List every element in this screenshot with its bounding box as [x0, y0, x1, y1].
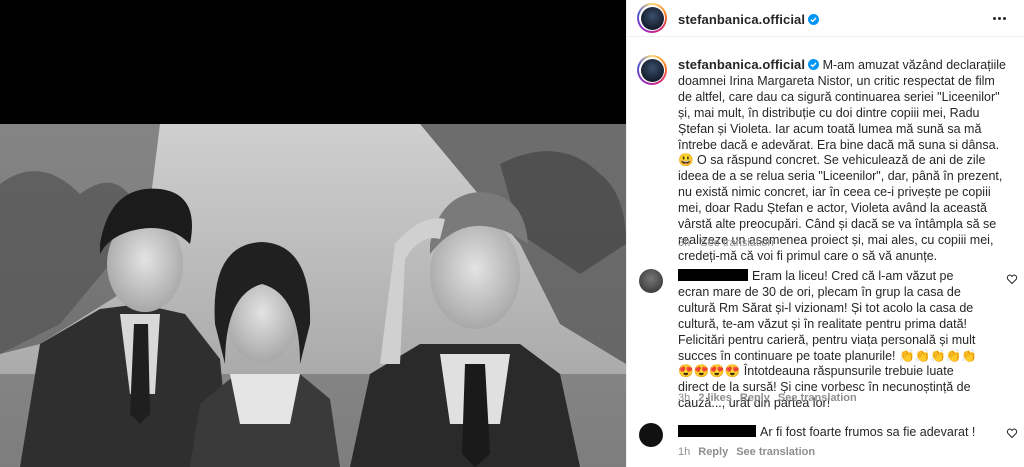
caption: stefanbanica.official M-am amuzat văzând… — [678, 57, 1008, 265]
post-media[interactable] — [0, 0, 626, 467]
caption-username[interactable]: stefanbanica.official — [678, 57, 805, 72]
caption-body-a: M-am amuzat văzând declarațiile doamnei … — [678, 58, 1006, 152]
heart-outline-icon[interactable] — [1006, 427, 1018, 439]
redacted-username — [678, 425, 756, 437]
comment-2-meta: 1h Reply See translation — [678, 446, 815, 458]
comment-2-see-translation[interactable]: See translation — [736, 446, 815, 458]
comment-1: Eram la liceu! Cred că l-am văzut pe ecr… — [678, 269, 978, 412]
author-avatar[interactable] — [637, 3, 667, 33]
comment-1-reply[interactable]: Reply — [740, 392, 770, 404]
comment-avatar[interactable] — [639, 269, 663, 293]
comment-avatar[interactable] — [639, 423, 663, 447]
caption-meta: 3h See translation — [678, 237, 774, 249]
verified-badge-icon — [808, 14, 820, 25]
caption-author-avatar[interactable] — [637, 55, 667, 85]
comment-2: Ar fi fost foarte frumos sa fie adevarat… — [678, 425, 978, 441]
post-photo — [0, 124, 626, 467]
comment-1-see-translation[interactable]: See translation — [778, 392, 857, 404]
caption-emoji: 😃 — [678, 153, 694, 168]
comment-2-time[interactable]: 1h — [678, 446, 690, 458]
comment-1-meta: 3h 2 likes Reply See translation — [678, 392, 857, 404]
comment-2-text: Ar fi fost foarte frumos sa fie adevarat… — [760, 425, 976, 439]
heart-outline-icon[interactable] — [1006, 273, 1018, 285]
caption-see-translation[interactable]: See translation — [700, 237, 773, 249]
post-header: stefanbanica.official — [627, 0, 1024, 37]
post-details-panel: stefanbanica.official stefanbanica.offic… — [626, 0, 1024, 467]
comment-1-time[interactable]: 3h — [678, 392, 690, 404]
more-options-icon[interactable] — [989, 9, 1009, 27]
caption-time[interactable]: 3h — [678, 237, 690, 249]
comment-1-likes[interactable]: 2 likes — [698, 392, 732, 404]
redacted-username — [678, 269, 748, 281]
author-username[interactable]: stefanbanica.official — [678, 12, 805, 27]
verified-badge-icon — [808, 59, 820, 70]
comment-2-reply[interactable]: Reply — [698, 446, 728, 458]
